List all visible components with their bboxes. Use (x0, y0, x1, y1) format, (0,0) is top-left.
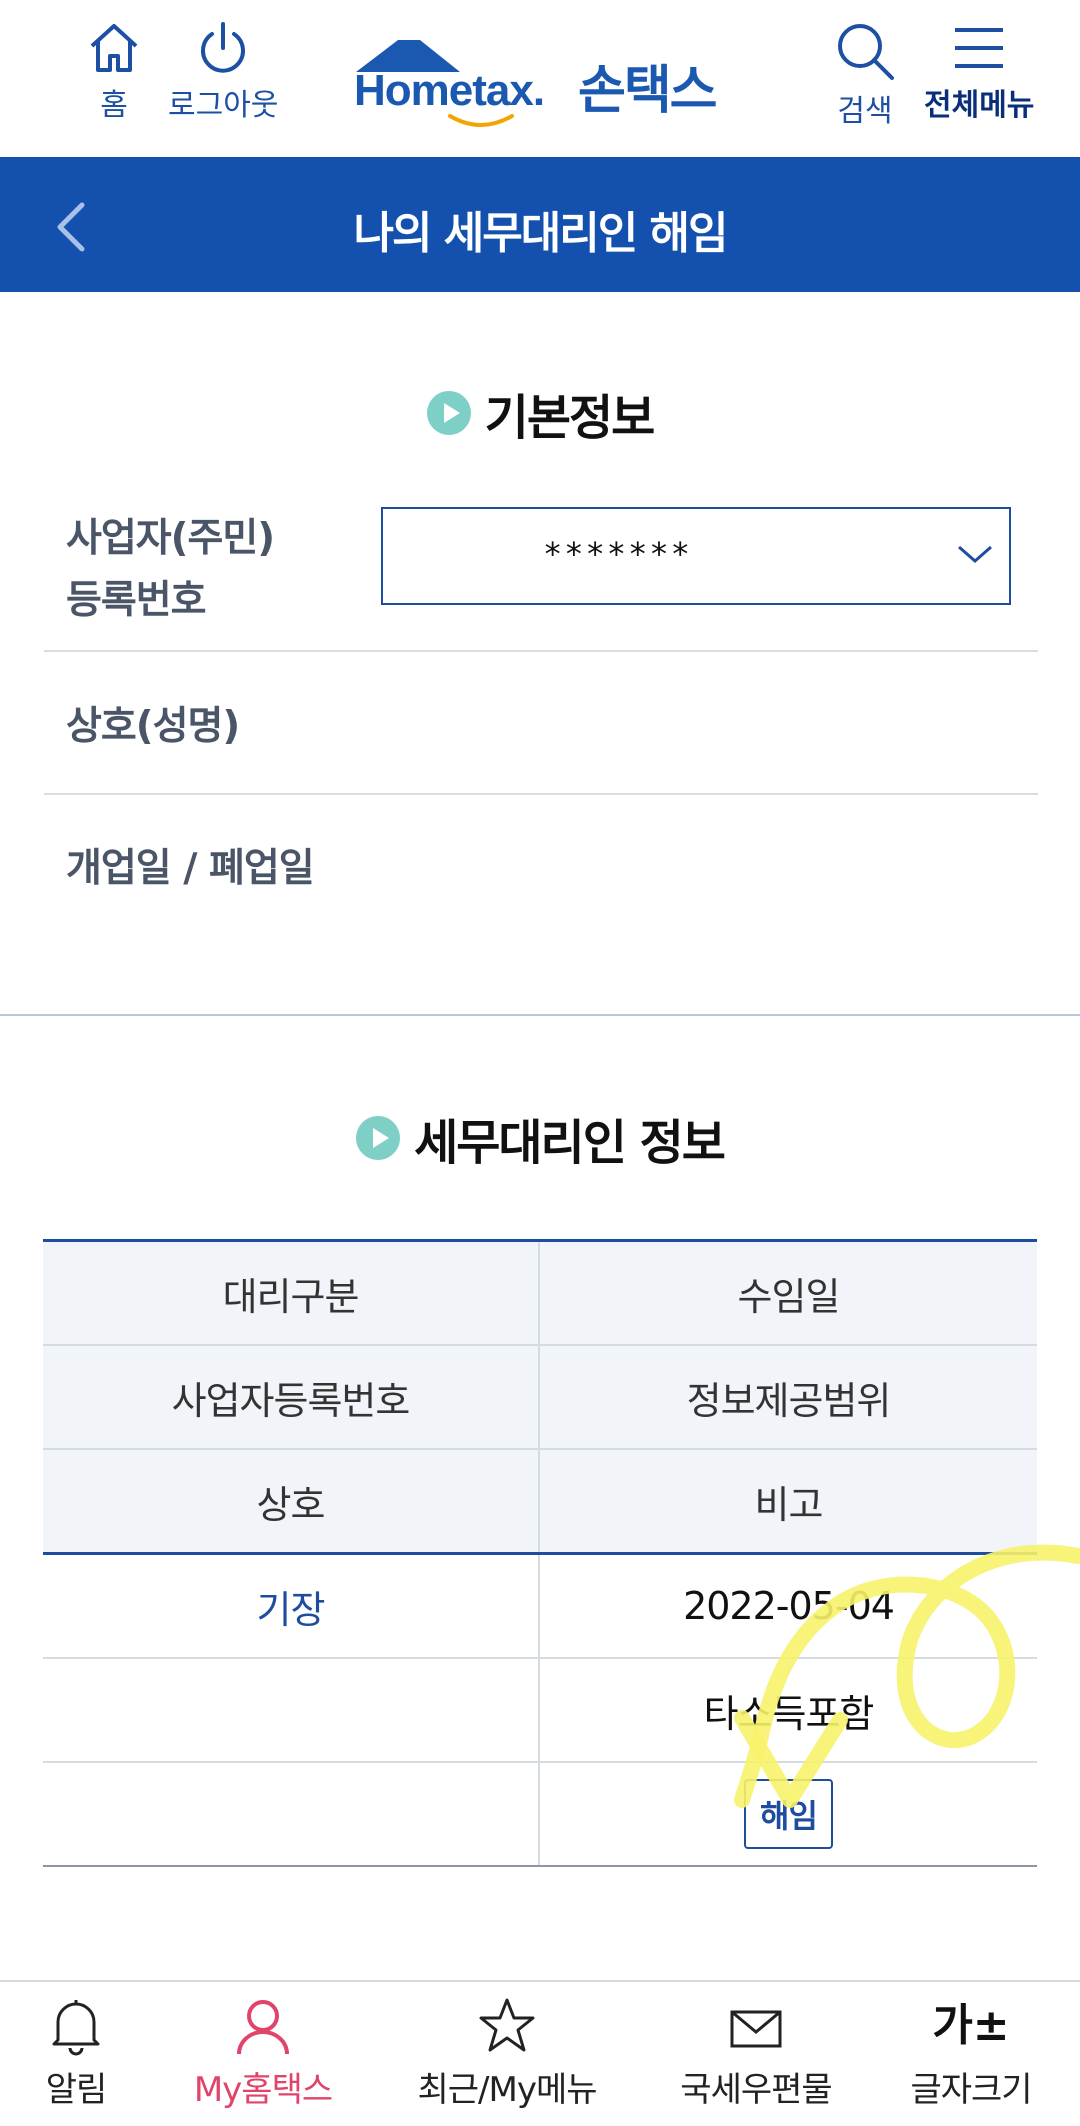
top-header: 홈 로그아웃 Hometax. 손택스 검색 전체메뉴 (0, 0, 1080, 157)
nav-notifications[interactable]: 알림 (40, 1996, 112, 2111)
table-header-row: 상호 비고 (43, 1450, 1037, 1555)
cell-appointed-date: 2022-05-04 (683, 1584, 895, 1628)
header-agent-type: 대리구분 (43, 1242, 540, 1344)
bell-icon (52, 2000, 100, 2056)
full-menu-button[interactable]: 전체메뉴 (924, 20, 1034, 124)
font-size-icon: 가± (932, 2000, 1010, 2051)
hometax-logo[interactable]: Hometax. 손택스 (350, 36, 730, 136)
table-row: 해임 (43, 1763, 1037, 1867)
table-row: 타소득포함 (43, 1659, 1037, 1763)
bottom-nav: 알림 My홈택스 최근/My메뉴 국세우편물 가± 글자크기 (0, 1980, 1080, 2126)
logo-text-ko: 손택스 (578, 61, 718, 121)
cell-info-scope: 타소득포함 (703, 1691, 875, 1736)
logo-text-en: Hometax. (354, 66, 545, 115)
cell-biz-reg-no (43, 1659, 540, 1761)
reg-no-label: 사업자(주민) 등록번호 (66, 508, 275, 632)
table-header-row: 사업자등록번호 정보제공범위 (43, 1346, 1037, 1450)
table-row: 기장 2022-05-04 (43, 1555, 1037, 1659)
basic-info-heading: 기본정보 (0, 378, 1080, 448)
reg-no-select[interactable]: ******* (381, 507, 1011, 605)
nav-font-size[interactable]: 가± 글자크기 (906, 1996, 1036, 2111)
agent-info-heading-text: 세무대리인 정보 (414, 1115, 726, 1171)
home-icon (90, 24, 138, 72)
row-divider (44, 793, 1038, 795)
title-bar: 나의 세무대리인 해임 (0, 157, 1080, 292)
company-label: 상호(성명) (66, 704, 240, 749)
play-bullet-icon (356, 1116, 401, 1160)
search-icon (838, 24, 894, 80)
nav-label: My홈택스 (193, 2070, 333, 2110)
nav-label: 글자크기 (910, 2070, 1032, 2110)
header-appointed-date: 수임일 (737, 1274, 841, 1319)
nav-label: 최근/My메뉴 (417, 2070, 597, 2110)
mail-icon (730, 2010, 782, 2048)
home-label: 홈 (100, 88, 128, 123)
dismiss-button[interactable]: 해임 (744, 1779, 833, 1849)
nav-label: 알림 (45, 2070, 108, 2110)
star-icon (479, 1998, 535, 2052)
header-biz-reg-no: 사업자등록번호 (43, 1346, 540, 1448)
reg-no-label-line2: 등록번호 (66, 578, 207, 623)
power-icon (201, 22, 246, 73)
row-divider (44, 650, 1038, 652)
header-info-scope: 정보제공범위 (686, 1378, 892, 1423)
agent-info-heading: 세무대리인 정보 (0, 1103, 1080, 1173)
nav-label: 국세우편물 (680, 2070, 832, 2110)
agent-info-table: 대리구분 수임일 사업자등록번호 정보제공범위 상호 비고 기장 2022-05… (43, 1239, 1037, 1867)
nav-my-hometax[interactable]: My홈택스 (188, 1996, 338, 2111)
reg-no-label-line1: 사업자(주민) (66, 516, 275, 561)
home-button[interactable]: 홈 (86, 20, 142, 124)
search-button[interactable]: 검색 (834, 20, 896, 130)
page-title: 나의 세무대리인 해임 (353, 208, 729, 259)
open-close-date-label: 개업일 / 폐업일 (66, 846, 315, 891)
nav-tax-mail[interactable]: 국세우편물 (672, 1996, 840, 2111)
play-bullet-icon (426, 391, 471, 435)
search-label: 검색 (837, 94, 893, 129)
logo-smile-icon (448, 114, 514, 127)
logout-label: 로그아웃 (168, 88, 279, 123)
table-header-row: 대리구분 수임일 (43, 1242, 1037, 1346)
header-company: 상호 (43, 1450, 540, 1552)
basic-info-heading-text: 기본정보 (484, 390, 656, 446)
person-icon (237, 2000, 289, 2055)
reg-no-value: ******* (543, 535, 692, 573)
logout-button[interactable]: 로그아웃 (168, 20, 278, 124)
cell-agent-type[interactable]: 기장 (43, 1555, 540, 1657)
nav-recent-my-menu[interactable]: 최근/My메뉴 (412, 1996, 602, 2111)
full-menu-label: 전체메뉴 (924, 88, 1035, 123)
cell-company (43, 1763, 540, 1865)
chevron-down-icon (958, 545, 992, 563)
section-divider (0, 1014, 1080, 1016)
header-remarks: 비고 (754, 1482, 824, 1527)
cell-remarks: 해임 (540, 1763, 1037, 1865)
hamburger-icon (955, 28, 1004, 68)
